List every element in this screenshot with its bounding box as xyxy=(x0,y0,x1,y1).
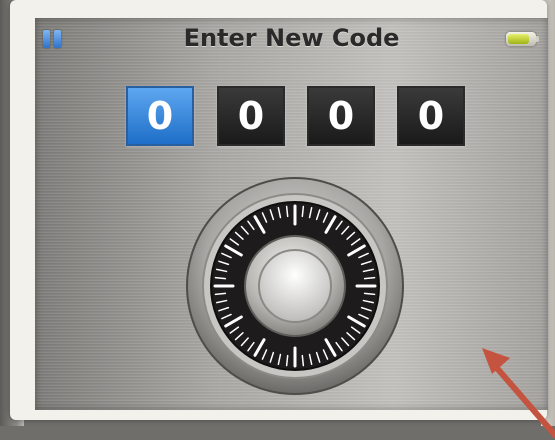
dial-tick xyxy=(301,354,305,367)
code-digit-1[interactable]: 0 xyxy=(126,86,194,146)
page-title: Enter New Code xyxy=(183,24,400,52)
code-digit-4[interactable]: 0 xyxy=(397,86,465,146)
combination-dial-icon[interactable] xyxy=(185,176,405,396)
dial-tick xyxy=(363,276,376,280)
status-bar: Enter New Code xyxy=(35,18,548,62)
code-digit-2[interactable]: 0 xyxy=(217,86,285,146)
dial-tick xyxy=(301,205,305,218)
combination-dial[interactable] xyxy=(185,176,405,396)
red-arrow-icon xyxy=(482,348,555,438)
battery-icon xyxy=(506,32,539,46)
battery-level xyxy=(508,34,529,44)
dial-tick xyxy=(285,354,289,367)
dial-tick xyxy=(285,205,289,218)
dial-tick xyxy=(363,292,376,296)
code-digit-3[interactable]: 0 xyxy=(307,86,375,146)
device-frame: Enter New Code 0 0 0 0 xyxy=(10,0,548,420)
dial-tick xyxy=(214,292,227,296)
dial-tick xyxy=(214,276,227,280)
